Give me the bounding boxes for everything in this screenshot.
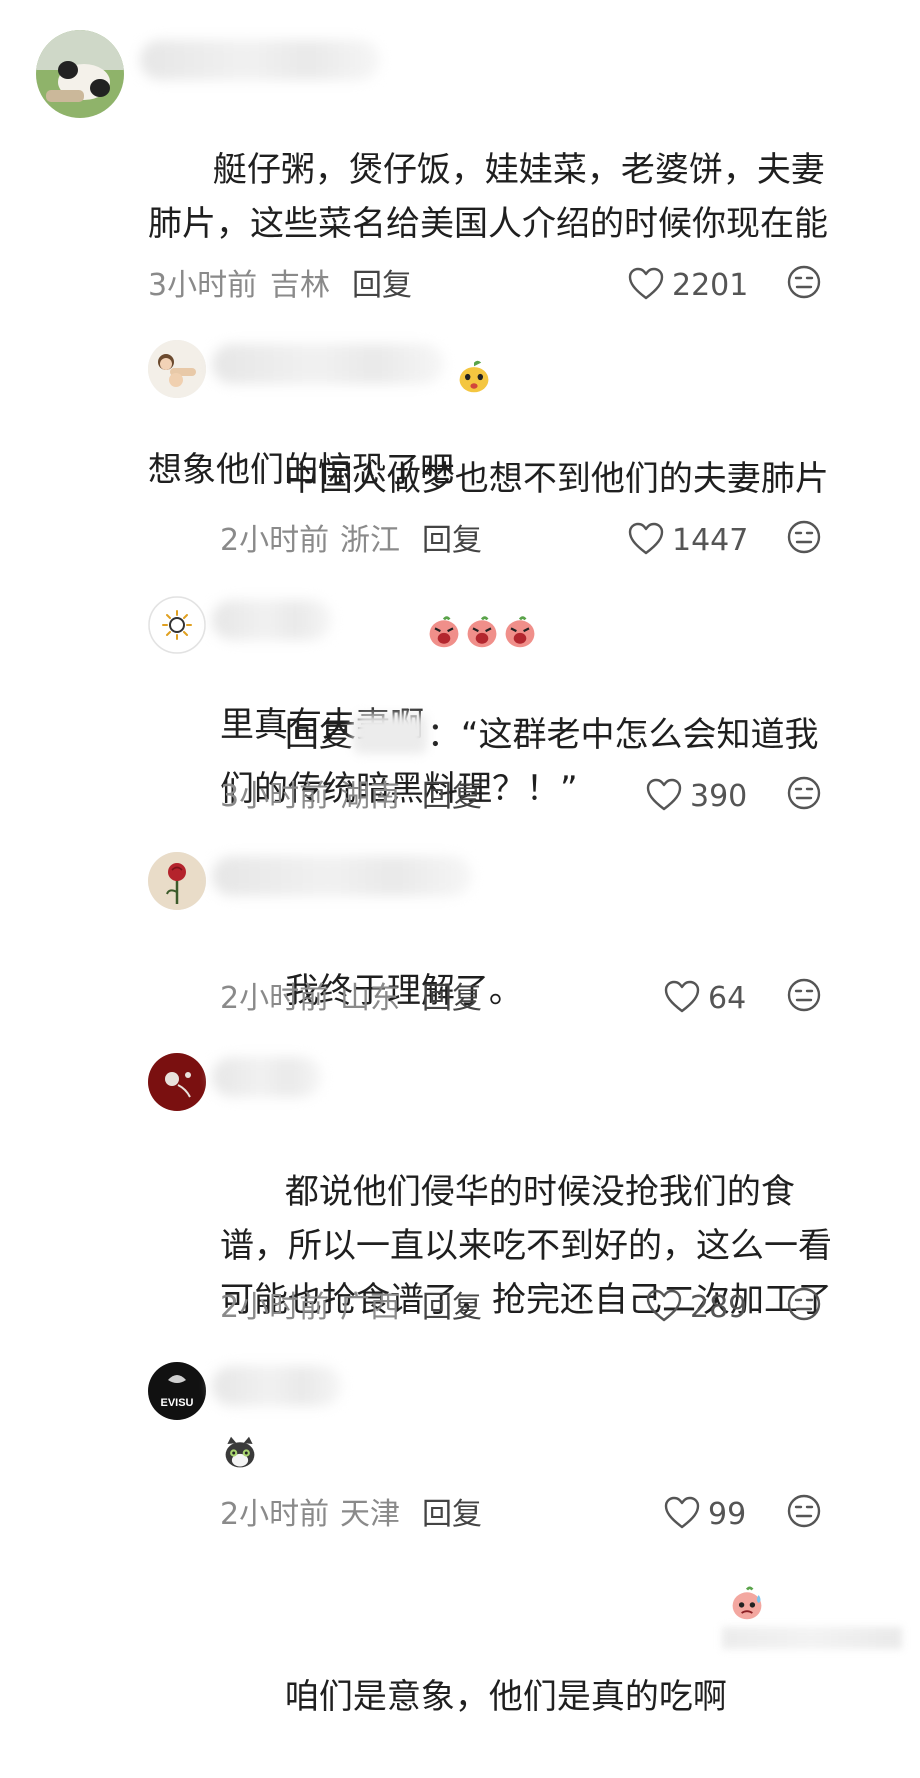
comment-meta: 2小时前 广西 回复 289 xyxy=(220,1286,840,1330)
like-button[interactable]: 390 xyxy=(646,775,747,819)
like-button[interactable]: 289 xyxy=(646,1286,747,1330)
timestamp: 3小时前 xyxy=(220,779,330,814)
like-button[interactable]: 99 xyxy=(664,1493,746,1537)
like-button[interactable]: 2201 xyxy=(628,264,748,308)
username-blurred xyxy=(140,40,380,80)
dislike-button[interactable] xyxy=(786,1493,822,1529)
comment-meta: 2小时前 天津 回复 99 xyxy=(220,1493,840,1537)
comment-text: 咱们是意象，他们是真的吃啊 xyxy=(220,1424,840,1778)
ip-location: 湖南 xyxy=(340,779,400,814)
reply-prefix: 回复 xyxy=(284,715,353,755)
reply-button[interactable]: 回复 xyxy=(422,521,482,561)
avatar[interactable]: EVISU xyxy=(148,1362,206,1420)
like-count: 390 xyxy=(690,779,748,814)
dark-red-avatar-image xyxy=(148,1053,206,1111)
meh-face-icon xyxy=(787,520,821,554)
timestamp: 2小时前 xyxy=(220,981,330,1016)
avatar[interactable] xyxy=(148,340,206,398)
heart-outline-icon xyxy=(628,267,664,305)
dislike-button[interactable] xyxy=(786,519,822,555)
reply-target-username-blurred[interactable] xyxy=(352,714,427,754)
comment-meta: 3小时前 吉林 回复 2201 xyxy=(148,264,848,308)
ip-location: 广西 xyxy=(340,1290,400,1325)
rose-avatar-image xyxy=(148,852,206,910)
avatar[interactable] xyxy=(148,596,206,654)
dislike-button[interactable] xyxy=(786,1286,822,1322)
evisu-avatar-image: EVISU xyxy=(148,1362,206,1420)
comment-meta: 2小时前 山东 回复 64 xyxy=(220,977,840,1021)
like-button[interactable]: 1447 xyxy=(628,519,748,563)
dislike-button[interactable] xyxy=(786,775,822,811)
avatar[interactable] xyxy=(36,30,124,118)
meh-face-icon xyxy=(787,978,821,1012)
reply-button[interactable]: 回复 xyxy=(422,1288,482,1328)
reply-button[interactable]: 回复 xyxy=(352,266,412,306)
meh-face-icon xyxy=(787,776,821,810)
like-button[interactable]: 64 xyxy=(664,977,746,1021)
meh-face-icon xyxy=(787,1287,821,1321)
comment-meta: 2小时前 浙江 回复 1447 xyxy=(220,519,840,563)
cat-face-emoji xyxy=(222,1327,258,1468)
username-blurred xyxy=(212,600,332,640)
sun-avatar-image xyxy=(148,596,206,654)
ip-location: 吉林 xyxy=(270,268,330,303)
meh-face-icon xyxy=(787,1494,821,1528)
heart-outline-icon xyxy=(646,1289,682,1327)
timestamp: 2小时前 xyxy=(220,1497,330,1532)
illustration-avatar-image xyxy=(148,340,206,398)
comment-thread: 艇仔粥，煲仔饭，娃娃菜，老婆饼，夫妻肺片，这些菜名给美国人介绍的时候你现在能想象… xyxy=(0,0,920,1717)
like-count: 289 xyxy=(690,1290,748,1325)
like-count: 64 xyxy=(708,981,747,1016)
timestamp: 2小时前 xyxy=(220,523,330,558)
meh-face-icon xyxy=(787,265,821,299)
username-blurred xyxy=(212,344,444,384)
timestamp: 2小时前 xyxy=(220,1290,330,1325)
reply-button[interactable]: 回复 xyxy=(422,979,482,1019)
ip-location: 山东 xyxy=(340,981,400,1016)
username-blurred xyxy=(212,856,472,896)
dislike-button[interactable] xyxy=(786,264,822,300)
heart-outline-icon xyxy=(628,522,664,560)
avatar[interactable] xyxy=(148,1053,206,1111)
dislike-button[interactable] xyxy=(786,977,822,1013)
evisu-logo-text: EVISU xyxy=(160,1397,193,1409)
reply-button[interactable]: 回复 xyxy=(422,1495,482,1535)
heart-outline-icon xyxy=(664,1496,700,1534)
watermark-blurred xyxy=(722,1627,902,1649)
avatar[interactable] xyxy=(148,852,206,910)
comment-text: 回复 ：“这群老中怎么会知道我们的传统暗黑料理？！” xyxy=(220,654,840,870)
ip-location: 天津 xyxy=(340,1497,400,1532)
like-count: 2201 xyxy=(672,268,749,303)
heart-outline-icon xyxy=(664,980,700,1018)
ip-location: 浙江 xyxy=(340,523,400,558)
comment-meta: 3小时前 湖南 回复 390 xyxy=(220,775,840,819)
panda-avatar-image xyxy=(36,30,124,118)
reply-button[interactable]: 回复 xyxy=(422,777,482,817)
like-count: 1447 xyxy=(672,523,749,558)
timestamp: 3小时前 xyxy=(148,268,258,303)
username-blurred xyxy=(212,1366,342,1406)
comment-text-content: 咱们是意象，他们是真的吃啊 xyxy=(284,1677,727,1717)
username-blurred xyxy=(212,1057,322,1097)
like-count: 99 xyxy=(708,1497,747,1532)
heart-outline-icon xyxy=(646,778,682,816)
